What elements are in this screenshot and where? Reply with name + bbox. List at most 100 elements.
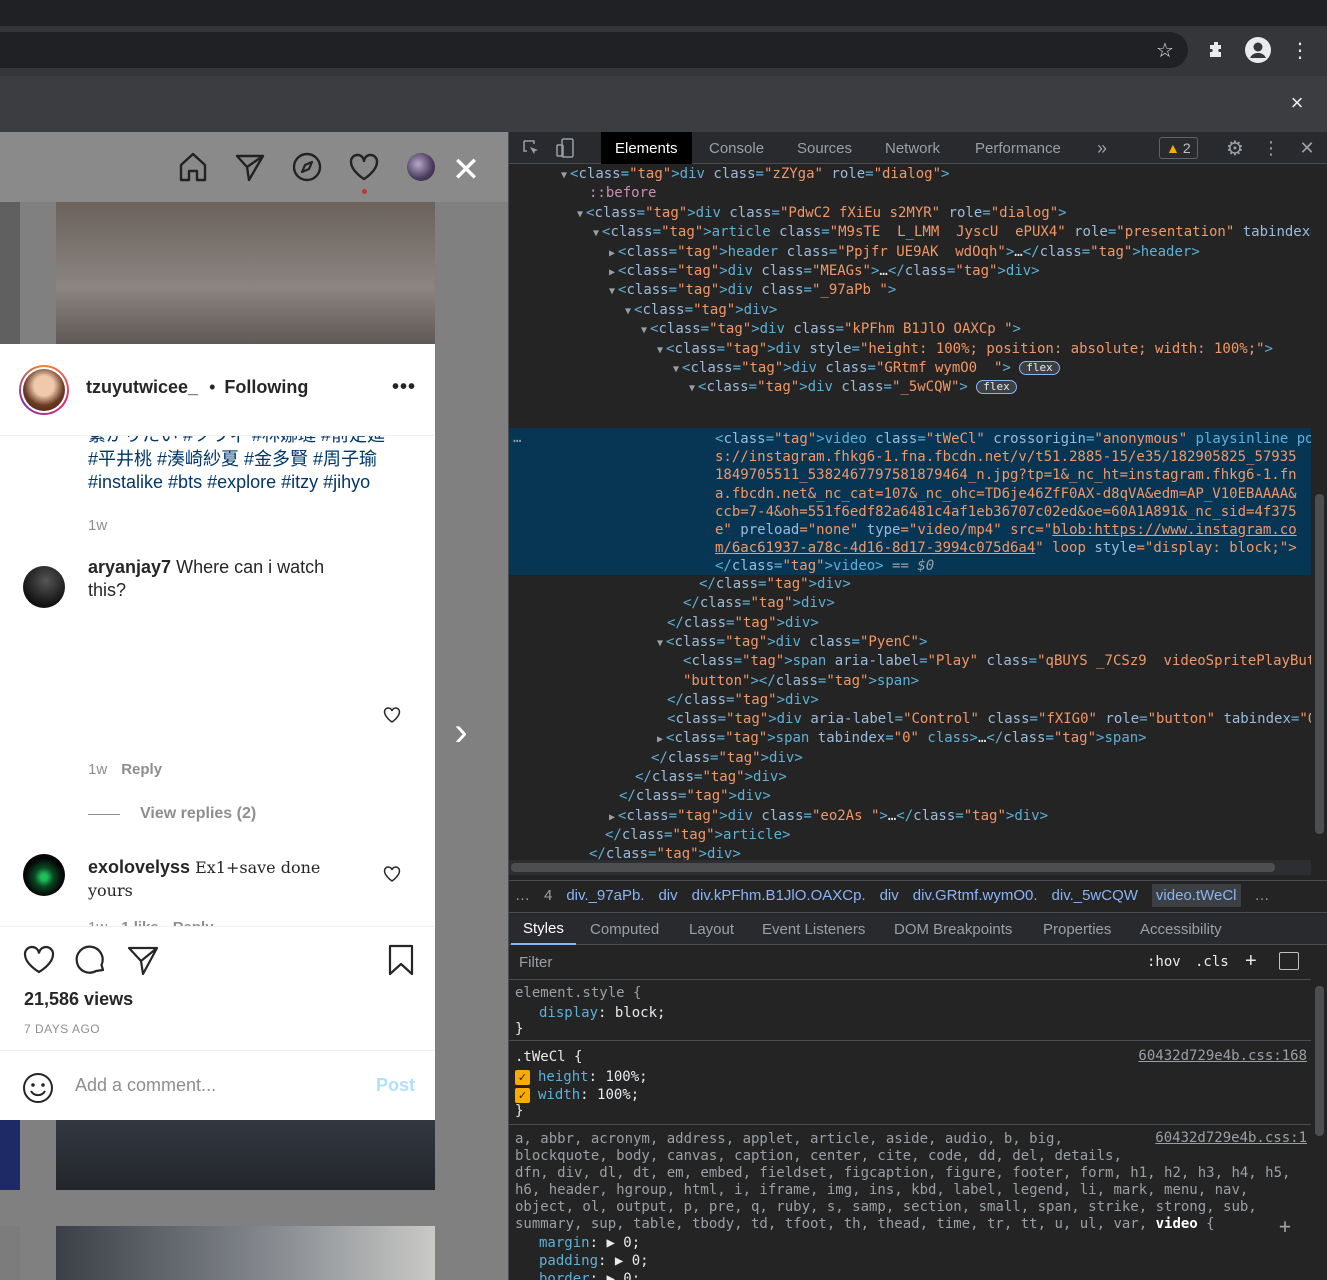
dom-node-line[interactable]: ▼ <class="tag">div class="zZYga" role="di… xyxy=(561,165,949,184)
styles-pane[interactable]: element.style { display: block; } .tWeCl… xyxy=(509,980,1311,1280)
tab-accessibility[interactable]: Accessibility xyxy=(1128,913,1234,945)
dom-node-line[interactable]: ▼ <class="tag">div class="_5wCQW"> flex xyxy=(689,378,1017,397)
star-icon[interactable]: ☆ xyxy=(1149,34,1181,66)
dom-node-line[interactable]: </class="tag">div> xyxy=(699,575,851,594)
dom-node-line[interactable]: ▼ <class="tag">div class="PyenC"> xyxy=(657,633,927,652)
views-count[interactable]: 21,586 views xyxy=(24,989,133,1010)
tab-sources[interactable]: Sources xyxy=(783,132,866,164)
selected-node-line[interactable]: a.fbcdn.net&_nc_cat=107&_nc_ohc=TD6je46Z… xyxy=(715,485,1297,503)
following-button[interactable]: Following xyxy=(224,377,308,397)
dom-node-line[interactable]: ▼ <class="tag">div style="height: 100%; p… xyxy=(657,340,1273,359)
tab-performance[interactable]: Performance xyxy=(961,132,1075,164)
dom-node-line[interactable]: <class="tag">span aria-label="Play" clas… xyxy=(683,652,1311,671)
selected-node-line[interactable]: e" preload="none" type="video/mp4" src="… xyxy=(715,521,1297,539)
tab-computed[interactable]: Computed xyxy=(578,913,671,945)
avatar[interactable] xyxy=(23,566,65,608)
view-replies-button[interactable]: View replies (2) xyxy=(88,805,256,823)
activity-heart-icon[interactable] xyxy=(347,150,381,184)
tab-properties[interactable]: Properties xyxy=(1031,913,1123,945)
breadcrumb-overflow[interactable]: … xyxy=(515,887,530,904)
comment-like-heart-icon[interactable] xyxy=(383,706,401,724)
selected-node-line[interactable]: s://instagram.fhkg6-1.fna.fbcdn.net/v/t5… xyxy=(715,448,1297,466)
style-declaration[interactable]: ✓ height: 100%; xyxy=(515,1068,648,1086)
bookmark-icon[interactable] xyxy=(384,943,418,977)
breadcrumb-item[interactable]: div xyxy=(658,887,677,904)
close-icon[interactable]: ✕ xyxy=(1295,136,1319,160)
dom-node-line[interactable]: </class="tag">div> xyxy=(619,787,771,806)
flex-badge[interactable]: flex xyxy=(976,380,1017,395)
avatar[interactable] xyxy=(23,854,65,896)
hov-toggle[interactable]: :hov xyxy=(1147,954,1181,970)
comment-input[interactable]: Add a comment... xyxy=(75,1075,216,1096)
style-declaration[interactable]: margin: ▶ 0; xyxy=(539,1234,640,1252)
stylesheet-link[interactable]: 60432d729e4b.css:168 xyxy=(1138,1048,1307,1064)
more-tabs-icon[interactable]: » xyxy=(1083,132,1121,164)
dom-tree[interactable]: ▼ <class="tag">div class="zZYga" role="di… xyxy=(509,164,1311,860)
emoji-icon[interactable] xyxy=(22,1072,54,1104)
dom-node-line[interactable]: </class="tag">div> xyxy=(683,594,835,613)
stylesheet-link[interactable]: 60432d729e4b.css:1 xyxy=(1155,1130,1307,1146)
kebab-menu-icon[interactable]: ⋮ xyxy=(1284,34,1316,66)
selected-node-line[interactable]: m/6ac61937-a78c-4d16-8d17-3994c075d6a4" … xyxy=(715,539,1297,557)
comment-username[interactable]: exolovelyss xyxy=(88,857,190,877)
flex-badge[interactable]: flex xyxy=(1019,361,1060,375)
avatar[interactable] xyxy=(19,365,69,415)
post-comment-button[interactable]: Post xyxy=(376,1075,415,1096)
dom-node-line[interactable]: ▼ <class="tag">div class="PdwC2 fXiEu s2M… xyxy=(577,204,1067,223)
inspect-element-icon[interactable] xyxy=(519,136,543,160)
tab-elements[interactable]: Elements xyxy=(601,132,692,164)
home-icon[interactable] xyxy=(176,150,210,184)
breadcrumb-item[interactable]: div._97aPb. xyxy=(566,887,644,904)
style-declaration[interactable]: padding: ▶ 0; xyxy=(539,1252,649,1270)
puzzle-icon[interactable] xyxy=(1200,34,1232,66)
add-declaration-icon[interactable]: + xyxy=(1279,1214,1291,1238)
dom-node-line[interactable]: ▼ <class="tag">article class="M9sTE L_LMM… xyxy=(593,223,1311,242)
new-rule-icon[interactable]: + xyxy=(1245,950,1257,973)
filter-input[interactable]: Filter xyxy=(519,954,552,971)
selected-node-line[interactable]: ccb=7-4&oh=551f6edf82a6481c4af1eb36707c0… xyxy=(715,503,1297,521)
styles-scrollbar[interactable] xyxy=(1311,980,1327,1280)
tab-network[interactable]: Network xyxy=(871,132,954,164)
explore-icon[interactable] xyxy=(290,150,324,184)
checkbox-icon[interactable]: ✓ xyxy=(515,1087,530,1103)
like-heart-icon[interactable] xyxy=(22,943,56,977)
dom-node-line[interactable]: "button"></class="tag">span> xyxy=(683,672,919,691)
dom-node-line[interactable]: </class="tag">div> xyxy=(667,614,819,633)
dom-node-line[interactable]: ▶ <class="tag">div class="MEAGs">…</class… xyxy=(609,262,1040,281)
selected-node-line[interactable]: </class="tag">video> == $0 xyxy=(715,557,934,575)
profile-icon[interactable] xyxy=(1242,34,1274,66)
selected-node-line[interactable]: 1849705511_5382467797581879464_n.jpg?tp=… xyxy=(715,466,1297,484)
profile-avatar[interactable] xyxy=(407,153,435,181)
comment-username[interactable]: aryanjay7 xyxy=(88,557,171,577)
breadcrumb-item[interactable]: div xyxy=(880,887,899,904)
device-toolbar-icon[interactable] xyxy=(553,136,577,160)
dom-node-line[interactable]: ▶ <class="tag">span tabindex="0" class>…<… xyxy=(657,729,1147,748)
dom-scrollbar[interactable] xyxy=(1311,164,1327,860)
close-icon[interactable]: ✕ xyxy=(448,152,484,188)
tab-styles[interactable]: Styles xyxy=(511,913,576,945)
checkbox-icon[interactable]: ✓ xyxy=(515,1069,530,1085)
breadcrumb-overflow[interactable]: … xyxy=(1255,887,1270,904)
address-bar[interactable] xyxy=(0,32,1188,68)
dom-node-line[interactable]: </class="tag">div> xyxy=(589,845,741,860)
more-options-icon[interactable]: ••• xyxy=(392,376,416,399)
dom-node-line[interactable]: ▼ <class="tag">div class="GRtmf wymO0 "> … xyxy=(673,359,1060,378)
selected-node-line[interactable]: <class="tag">video class="tWeCl" crossor… xyxy=(715,430,1311,448)
direct-icon[interactable] xyxy=(233,150,267,184)
comment-like-heart-icon[interactable] xyxy=(383,865,401,883)
style-declaration[interactable]: ✓ width: 100%; xyxy=(515,1086,639,1104)
dom-node-line[interactable]: ▼ <class="tag">div class="_97aPb "> xyxy=(609,281,896,300)
cls-toggle[interactable]: .cls xyxy=(1195,954,1229,970)
toggle-sidebar-icon[interactable] xyxy=(1279,952,1299,970)
tab-console[interactable]: Console xyxy=(695,132,778,164)
breadcrumb-item[interactable]: 4 xyxy=(544,887,552,904)
style-declaration[interactable]: display: block; xyxy=(539,1004,665,1022)
breadcrumb-item[interactable]: div.kPFhm.B1JlO.OAXCp. xyxy=(692,887,866,904)
chevron-right-icon[interactable]: › xyxy=(446,710,476,754)
dom-node-line[interactable]: </class="tag">div> xyxy=(651,749,803,768)
dom-node-line[interactable]: ▼ <class="tag">div class="kPFhm B1JlO OAX… xyxy=(641,320,1021,339)
caption-hashtags[interactable]: #平井桃 #湊崎紗夏 #金多賢 #周子瑜 xyxy=(88,448,408,471)
gear-icon[interactable]: ⚙ xyxy=(1223,136,1247,160)
tab-dom-breakpoints[interactable]: DOM Breakpoints xyxy=(882,913,1024,945)
tab-event-listeners[interactable]: Event Listeners xyxy=(750,913,877,945)
